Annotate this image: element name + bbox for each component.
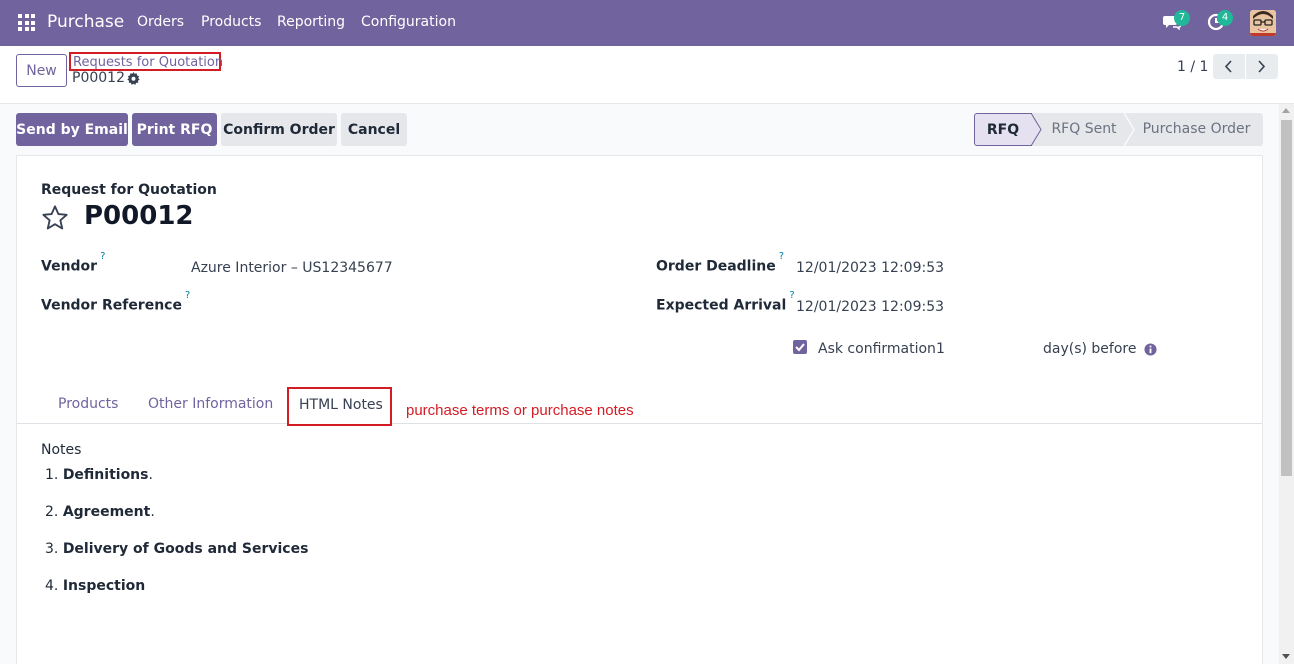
scroll-up-arrow-icon[interactable] — [1282, 108, 1290, 113]
stage-arrow-1 — [1031, 113, 1042, 146]
info-icon[interactable] — [1144, 343, 1157, 356]
ask-confirmation-days-field[interactable]: 1 — [936, 341, 945, 357]
scrollbar-thumb[interactable] — [1281, 120, 1292, 476]
checkmark-icon — [795, 343, 805, 352]
top-navbar: Purchase Orders Products Reporting Confi… — [0, 0, 1294, 46]
ask-confirmation-checkbox[interactable] — [793, 340, 807, 354]
vendor-reference-help-icon[interactable]: ? — [185, 290, 190, 301]
list-item[interactable]: 2. Agreement. — [45, 504, 155, 520]
vendor-label: Vendor? — [41, 251, 106, 275]
list-item[interactable]: 3. Delivery of Goods and Services — [45, 541, 308, 557]
cancel-button[interactable]: Cancel — [341, 113, 407, 146]
vertical-scrollbar[interactable] — [1279, 104, 1294, 664]
notebook-tabs: Products Other Information HTML Notes pu… — [17, 386, 1262, 426]
new-button[interactable]: New — [16, 54, 67, 87]
list-item[interactable]: 4. Inspection — [45, 578, 145, 594]
vendor-reference-field[interactable] — [191, 296, 611, 316]
expected-arrival-help-icon[interactable]: ? — [789, 290, 794, 301]
pager-value[interactable]: 1 / 1 — [1177, 59, 1208, 75]
order-deadline-field[interactable]: 12/01/2023 12:09:53 — [796, 260, 944, 276]
pager-next-button[interactable] — [1246, 54, 1278, 79]
status-stage-rfq-sent[interactable]: RFQ Sent — [1044, 113, 1124, 146]
form-sheet: Request for Quotation P00012 Vendor? Azu… — [16, 155, 1263, 664]
status-bar: RFQ RFQ Sent Purchase Order — [974, 113, 1263, 146]
expected-arrival-field[interactable]: 12/01/2023 12:09:53 — [796, 299, 944, 315]
order-deadline-help-icon[interactable]: ? — [779, 251, 784, 262]
list-item[interactable]: 1. Definitions. — [45, 467, 153, 483]
user-avatar[interactable] — [1250, 10, 1276, 36]
gear-icon[interactable] — [127, 72, 140, 85]
control-panel: New Requests for Quotation P00012 1 / 1 — [0, 46, 1294, 104]
menu-orders[interactable]: Orders — [137, 14, 184, 30]
expected-arrival-label: Expected Arrival? — [656, 290, 795, 314]
status-stage-purchase-order[interactable]: Purchase Order — [1136, 113, 1257, 146]
tab-html-notes[interactable]: HTML Notes — [287, 387, 392, 426]
confirm-order-button[interactable]: Confirm Order — [221, 113, 337, 146]
vendor-help-icon[interactable]: ? — [100, 251, 105, 262]
menu-products[interactable]: Products — [201, 14, 261, 30]
vendor-field[interactable]: Azure Interior – US12345677 — [191, 260, 393, 276]
pager-previous-button[interactable] — [1213, 54, 1245, 79]
chevron-left-icon — [1224, 60, 1232, 73]
ask-confirmation-label: Ask confirmation — [818, 341, 936, 357]
tab-products[interactable]: Products — [58, 396, 118, 412]
print-rfq-button[interactable]: Print RFQ — [132, 113, 217, 146]
form-action-bar: Send by Email Print RFQ Confirm Order Ca… — [0, 105, 1294, 155]
order-deadline-label: Order Deadline? — [656, 251, 785, 275]
breadcrumb[interactable]: Requests for Quotation — [69, 52, 223, 71]
breadcrumb-rfq-link[interactable]: Requests for Quotation — [73, 55, 223, 70]
star-icon[interactable] — [41, 204, 69, 232]
send-by-email-button[interactable]: Send by Email — [16, 113, 128, 146]
notes-label: Notes — [41, 442, 82, 458]
chat-count-badge: 7 — [1174, 10, 1190, 26]
status-stage-rfq[interactable]: RFQ — [974, 113, 1032, 146]
days-before-label: day(s) before — [1043, 341, 1137, 357]
page-title: P00012 — [84, 201, 194, 231]
chevron-right-icon — [1258, 60, 1266, 73]
annotation-text: purchase terms or purchase notes — [406, 402, 634, 419]
apps-menu-icon[interactable] — [18, 14, 35, 31]
tab-html-notes-label: HTML Notes — [299, 397, 383, 413]
app-name[interactable]: Purchase — [47, 12, 124, 32]
vendor-reference-label: Vendor Reference? — [41, 290, 191, 314]
menu-reporting[interactable]: Reporting — [277, 14, 345, 30]
scroll-down-arrow-icon[interactable] — [1282, 654, 1290, 659]
activity-count-badge: 4 — [1217, 10, 1233, 26]
form-subtitle: Request for Quotation — [41, 182, 217, 198]
tab-other-information[interactable]: Other Information — [148, 396, 273, 412]
breadcrumb-current-record: P00012 — [72, 70, 125, 86]
menu-configuration[interactable]: Configuration — [361, 14, 456, 30]
stage-arrow-2 — [1124, 113, 1135, 146]
